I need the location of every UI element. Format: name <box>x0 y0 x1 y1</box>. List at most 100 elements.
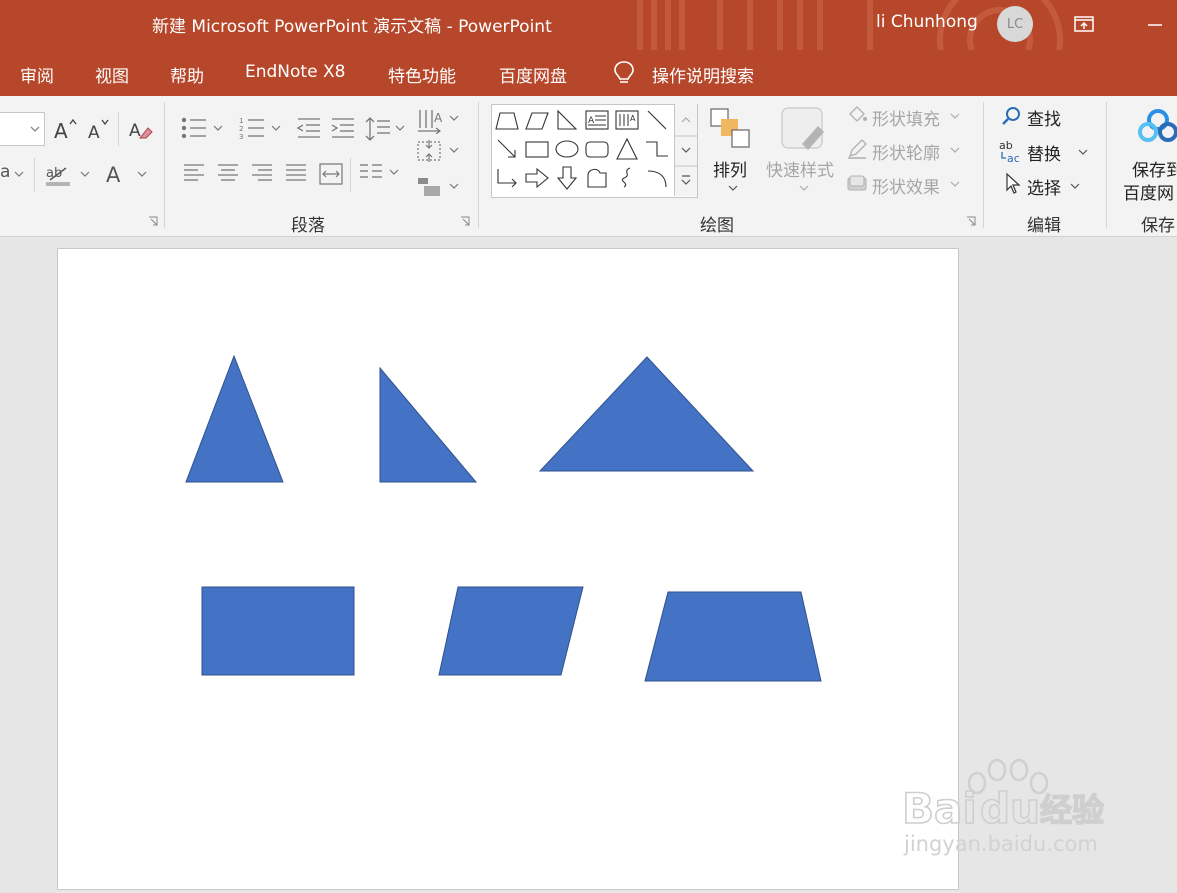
align-text-icon[interactable] <box>416 138 460 164</box>
parallelogram-shape[interactable] <box>438 586 584 676</box>
align-center-icon[interactable] <box>216 162 240 184</box>
shape-outline-button[interactable]: 形状轮廓 <box>872 139 940 164</box>
isosceles-triangle-shape[interactable] <box>185 354 284 483</box>
pen-outline-icon[interactable] <box>846 138 868 160</box>
quick-styles-icon[interactable] <box>780 106 826 152</box>
wide-triangle-shape[interactable] <box>538 356 755 472</box>
chevron-down-icon[interactable] <box>950 180 960 188</box>
arrow-line-shape-icon[interactable] <box>494 136 520 162</box>
menu-bar: 审阅 视图 帮助 EndNote X8 特色功能 百度网盘 操作说明搜索 <box>0 50 1177 96</box>
chevron-down-icon[interactable] <box>799 184 809 192</box>
scribble-shape-icon[interactable] <box>614 165 640 191</box>
replace-button[interactable]: 替换 <box>1027 140 1061 165</box>
clear-formatting-icon[interactable]: A <box>128 116 154 142</box>
watermark-url: jingyan.baidu.com <box>903 832 1098 856</box>
rectangle-shape-icon[interactable] <box>524 136 550 162</box>
minimize-icon[interactable] <box>1140 14 1170 34</box>
save-to-baidu-button-line2[interactable]: 百度网 <box>1123 179 1174 204</box>
right-arrow-shape-icon[interactable] <box>524 165 550 191</box>
bullets-icon[interactable] <box>180 116 226 140</box>
line-shape-icon[interactable] <box>644 107 670 133</box>
arrange-button[interactable]: 排列 <box>713 156 747 181</box>
paint-bucket-icon[interactable] <box>846 104 868 126</box>
search-icon[interactable] <box>1002 106 1022 126</box>
ribbon-display-options-icon[interactable] <box>1072 14 1096 34</box>
elbow-connector-shape-icon[interactable] <box>644 136 670 162</box>
select-button[interactable]: 选择 <box>1027 174 1061 199</box>
text-direction-icon[interactable]: A <box>416 106 460 134</box>
text-highlight-icon[interactable]: ab <box>44 162 74 188</box>
svg-text:A: A <box>54 119 68 142</box>
lightbulb-icon[interactable] <box>613 60 635 86</box>
dialog-launcher-icon[interactable] <box>966 216 976 226</box>
arrange-icon[interactable] <box>708 106 752 150</box>
trapezoid-shape-icon[interactable] <box>494 107 520 133</box>
justify-icon[interactable] <box>284 162 308 184</box>
decrease-font-size-icon[interactable]: A <box>86 116 112 142</box>
shape-effects-icon[interactable] <box>846 172 868 194</box>
font-size-box[interactable] <box>0 112 45 146</box>
increase-font-size-icon[interactable]: A <box>52 116 78 142</box>
arc-shape-icon[interactable] <box>644 165 670 191</box>
separator <box>1106 102 1107 228</box>
smartart-icon[interactable] <box>416 174 460 200</box>
svg-text:3: 3 <box>239 133 243 140</box>
numbering-icon[interactable]: 123 <box>238 116 284 140</box>
elbow-arrow-shape-icon[interactable] <box>494 165 520 191</box>
freeform-shape-icon[interactable] <box>584 165 610 191</box>
dialog-launcher-icon[interactable] <box>460 216 470 226</box>
shape-effects-button[interactable]: 形状效果 <box>872 173 940 198</box>
columns-icon[interactable] <box>358 162 404 186</box>
trapezoid-shape[interactable] <box>644 591 822 682</box>
tab-baidu-netdisk[interactable]: 百度网盘 <box>499 62 567 87</box>
paragraph-group-label: 段落 <box>291 216 325 236</box>
right-triangle-shape-icon[interactable] <box>554 107 580 133</box>
parallelogram-shape-icon[interactable] <box>524 107 550 133</box>
chevron-down-icon[interactable] <box>728 184 738 192</box>
tab-endnote[interactable]: EndNote X8 <box>245 62 345 82</box>
quick-styles-button[interactable]: 快速样式 <box>766 156 834 181</box>
replace-icon[interactable]: ab ac <box>998 138 1024 164</box>
text-box-shape-icon[interactable]: A <box>584 107 610 133</box>
chevron-down-icon[interactable] <box>1078 148 1088 156</box>
chevron-down-icon[interactable] <box>14 170 24 178</box>
baidu-cloud-icon[interactable] <box>1138 108 1177 144</box>
slide-canvas[interactable] <box>57 248 959 890</box>
right-triangle-shape[interactable] <box>379 366 478 483</box>
vertical-text-box-shape-icon[interactable]: A <box>614 107 640 133</box>
gallery-scrollbar[interactable] <box>674 104 697 196</box>
chevron-down-icon[interactable] <box>950 112 960 120</box>
line-spacing-icon[interactable] <box>364 116 408 142</box>
align-left-icon[interactable] <box>182 162 206 184</box>
tab-review[interactable]: 审阅 <box>20 62 54 87</box>
tell-me-search[interactable]: 操作说明搜索 <box>652 62 754 87</box>
change-case-label[interactable]: a <box>0 162 10 182</box>
chevron-down-icon[interactable] <box>950 146 960 154</box>
chevron-down-icon[interactable] <box>1070 182 1080 190</box>
decrease-indent-icon[interactable] <box>296 116 322 140</box>
tab-help[interactable]: 帮助 <box>170 62 204 87</box>
rounded-rectangle-shape-icon[interactable] <box>584 136 610 162</box>
align-right-icon[interactable] <box>250 162 274 184</box>
shape-fill-button[interactable]: 形状填充 <box>872 105 940 130</box>
distributed-align-icon[interactable] <box>318 162 344 186</box>
drawing-group-label: 绘图 <box>700 216 734 236</box>
rectangle-shape[interactable] <box>201 586 355 676</box>
tab-view[interactable]: 视图 <box>95 62 129 87</box>
dialog-launcher-icon[interactable] <box>148 216 158 226</box>
font-color-icon[interactable]: A <box>104 160 130 188</box>
tab-special-features[interactable]: 特色功能 <box>388 62 456 87</box>
avatar[interactable]: LC <box>997 6 1033 42</box>
chevron-down-icon[interactable] <box>80 170 90 178</box>
select-cursor-icon[interactable] <box>1004 172 1022 196</box>
triangle-shape-icon[interactable] <box>614 136 640 162</box>
chevron-down-icon[interactable] <box>137 170 147 178</box>
save-to-baidu-button-line1[interactable]: 保存到 <box>1132 156 1177 181</box>
increase-indent-icon[interactable] <box>330 116 356 140</box>
find-button[interactable]: 查找 <box>1027 105 1061 130</box>
baidu-jingyan-watermark: Bai du 经验 jingyan.baidu.com <box>901 758 1105 856</box>
oval-shape-icon[interactable] <box>554 136 580 162</box>
svg-text:2: 2 <box>239 125 243 133</box>
user-name[interactable]: li Chunhong <box>876 12 978 32</box>
down-arrow-shape-icon[interactable] <box>554 165 580 191</box>
